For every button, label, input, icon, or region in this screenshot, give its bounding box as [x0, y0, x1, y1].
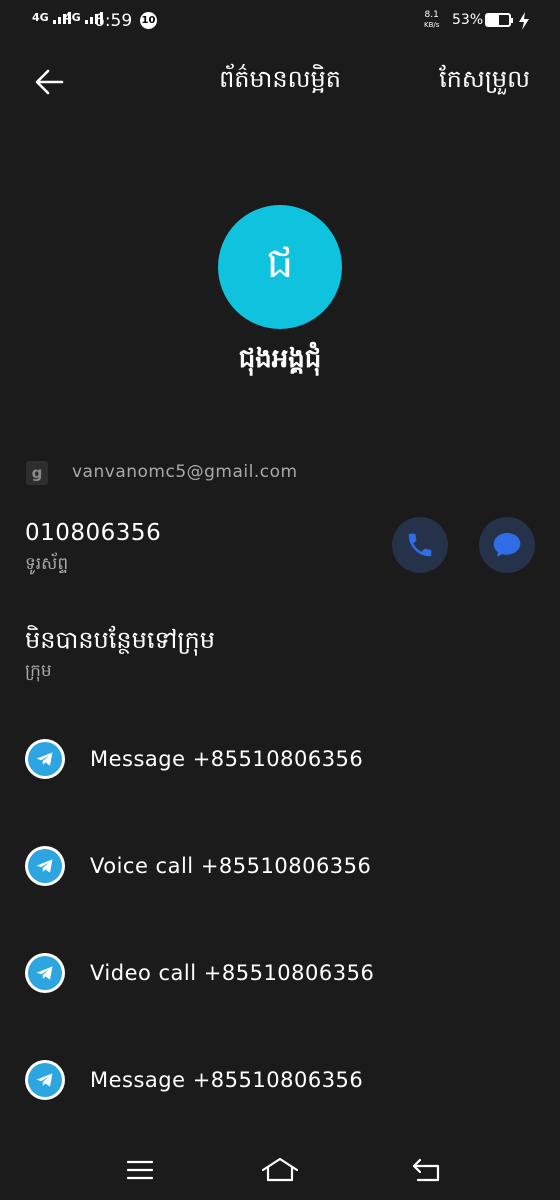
email-address[interactable]: vanvanomc5@gmail.com — [72, 462, 298, 482]
message-button[interactable] — [479, 517, 535, 573]
call-button[interactable] — [392, 517, 448, 573]
telegram-action-label: Video call +85510806356 — [90, 961, 375, 985]
clock: 6:59 — [94, 11, 133, 31]
status-bar: 4G 4G 6:59 10 8.1 KB/s 53% — [0, 0, 560, 44]
telegram-action-label: Voice call +85510806356 — [90, 854, 372, 878]
telegram-action-label: Message +85510806356 — [90, 1068, 364, 1092]
telegram-icon — [25, 953, 65, 993]
group-status[interactable]: មិនបានបន្ថែមទៅក្រុម — [25, 625, 215, 660]
charging-icon — [519, 12, 529, 30]
home-icon — [261, 1157, 299, 1182]
back-nav-button[interactable] — [406, 1150, 446, 1190]
contact-name: ជុងអង្គជុំ — [238, 344, 322, 374]
battery-tip — [511, 18, 513, 23]
battery-icon — [485, 13, 511, 27]
telegram-action-label: Message +85510806356 — [90, 747, 364, 771]
battery-percent: 53% — [452, 12, 484, 28]
phone-type-label: ទូរស័ព្ទ — [25, 554, 69, 574]
menu-icon — [126, 1160, 154, 1180]
email-account-icon: g — [26, 461, 48, 485]
arrow-left-icon — [35, 69, 64, 95]
menu-button[interactable] — [120, 1150, 160, 1190]
telegram-icon — [25, 1060, 65, 1100]
navigation-bar — [0, 1140, 560, 1200]
chat-bubble-icon — [493, 533, 521, 557]
telegram-action-row[interactable]: Voice call +85510806356 — [0, 836, 560, 896]
return-icon — [412, 1158, 440, 1182]
telegram-action-row[interactable]: Message +85510806356 — [0, 1050, 560, 1110]
telegram-icon — [25, 846, 65, 886]
network-speed: 8.1 KB/s — [424, 10, 439, 30]
phone-icon — [408, 533, 432, 557]
telegram-action-row[interactable]: Video call +85510806356 — [0, 943, 560, 1003]
back-button[interactable] — [30, 62, 70, 102]
speed-value: 8.1 — [424, 10, 439, 20]
home-button[interactable] — [260, 1150, 300, 1190]
page-title: ព័ត៌មានលម្អិត — [219, 65, 341, 93]
edit-button[interactable]: កែសម្រួល — [439, 64, 530, 99]
phone-number[interactable]: 010806356 — [25, 520, 161, 546]
network-type-2: 4G — [64, 11, 81, 24]
network-type-1: 4G — [32, 11, 49, 24]
telegram-action-row[interactable]: Message +85510806356 — [0, 729, 560, 789]
speed-unit: KB/s — [424, 21, 440, 29]
group-label: ក្រុម — [25, 661, 52, 681]
notification-badge: 10 — [140, 12, 157, 29]
telegram-icon — [25, 739, 65, 779]
avatar: ជ — [218, 205, 342, 329]
